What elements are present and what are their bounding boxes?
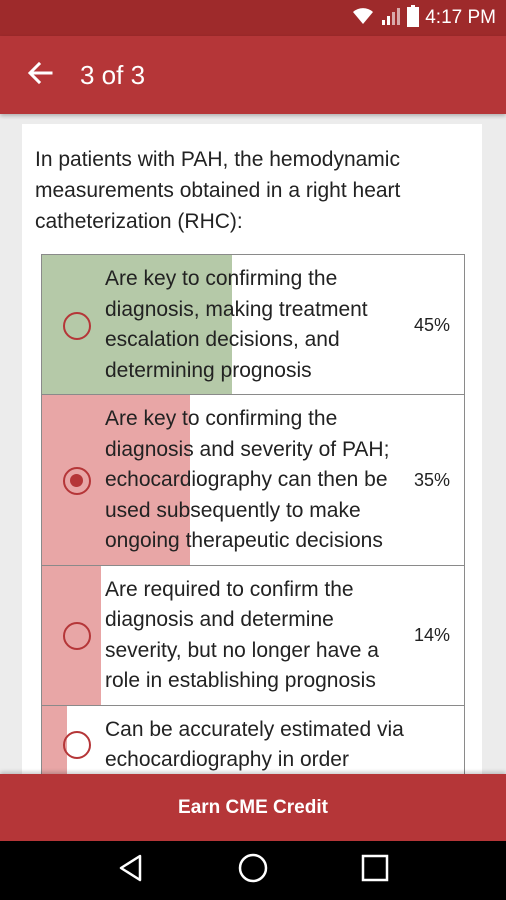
answer-option-1[interactable]: Are key to confirming the diagnosis, mak… <box>41 254 465 395</box>
home-circle-icon <box>237 852 269 889</box>
status-icons <box>351 4 420 32</box>
radio-selected-dot <box>70 473 83 487</box>
battery-icon <box>407 4 420 32</box>
content-area[interactable]: In patients with PAH, the hemodynamic me… <box>0 114 506 774</box>
system-nav-bar <box>0 841 506 900</box>
back-button[interactable] <box>18 53 62 97</box>
question-text: In patients with PAH, the hemodynamic me… <box>35 148 401 233</box>
back-triangle-icon <box>116 853 146 888</box>
nav-home-button[interactable] <box>231 849 275 893</box>
option-text: Are key to confirming the diagnosis, mak… <box>105 267 368 382</box>
radio-button[interactable] <box>63 731 91 759</box>
option-text: Can be accurately estimated via echocard… <box>105 717 404 772</box>
answer-options: Are key to confirming the diagnosis, mak… <box>41 254 465 774</box>
radio-button[interactable] <box>63 311 91 340</box>
recents-square-icon <box>360 853 390 888</box>
percent-label: 45% <box>413 314 450 335</box>
nav-back-button[interactable] <box>109 849 153 893</box>
arrow-left-icon <box>27 60 53 91</box>
wifi-icon <box>351 6 375 31</box>
signal-icon <box>381 6 401 31</box>
answer-option-4[interactable]: Can be accurately estimated via echocard… <box>41 705 465 774</box>
status-bar: 4:17 PM <box>0 0 506 36</box>
app-bar: 3 of 3 <box>0 36 506 114</box>
radio-button[interactable] <box>63 621 91 650</box>
earn-cme-credit-button[interactable]: Earn CME Credit <box>0 774 506 841</box>
option-text: Are required to confirm the diagnosis an… <box>105 577 379 693</box>
nav-recents-button[interactable] <box>353 849 397 893</box>
percent-label: 35% <box>413 469 450 490</box>
option-text: Are key to confirming the diagnosis and … <box>105 407 390 552</box>
percent-label: 14% <box>413 624 450 645</box>
answer-option-3[interactable]: Are required to confirm the diagnosis an… <box>41 565 465 706</box>
status-time: 4:17 PM <box>425 7 496 28</box>
page-title: 3 of 3 <box>80 59 146 90</box>
question-card: In patients with PAH, the hemodynamic me… <box>22 124 482 774</box>
answer-option-2[interactable]: Are key to confirming the diagnosis and … <box>41 395 465 566</box>
radio-button[interactable] <box>63 466 91 495</box>
